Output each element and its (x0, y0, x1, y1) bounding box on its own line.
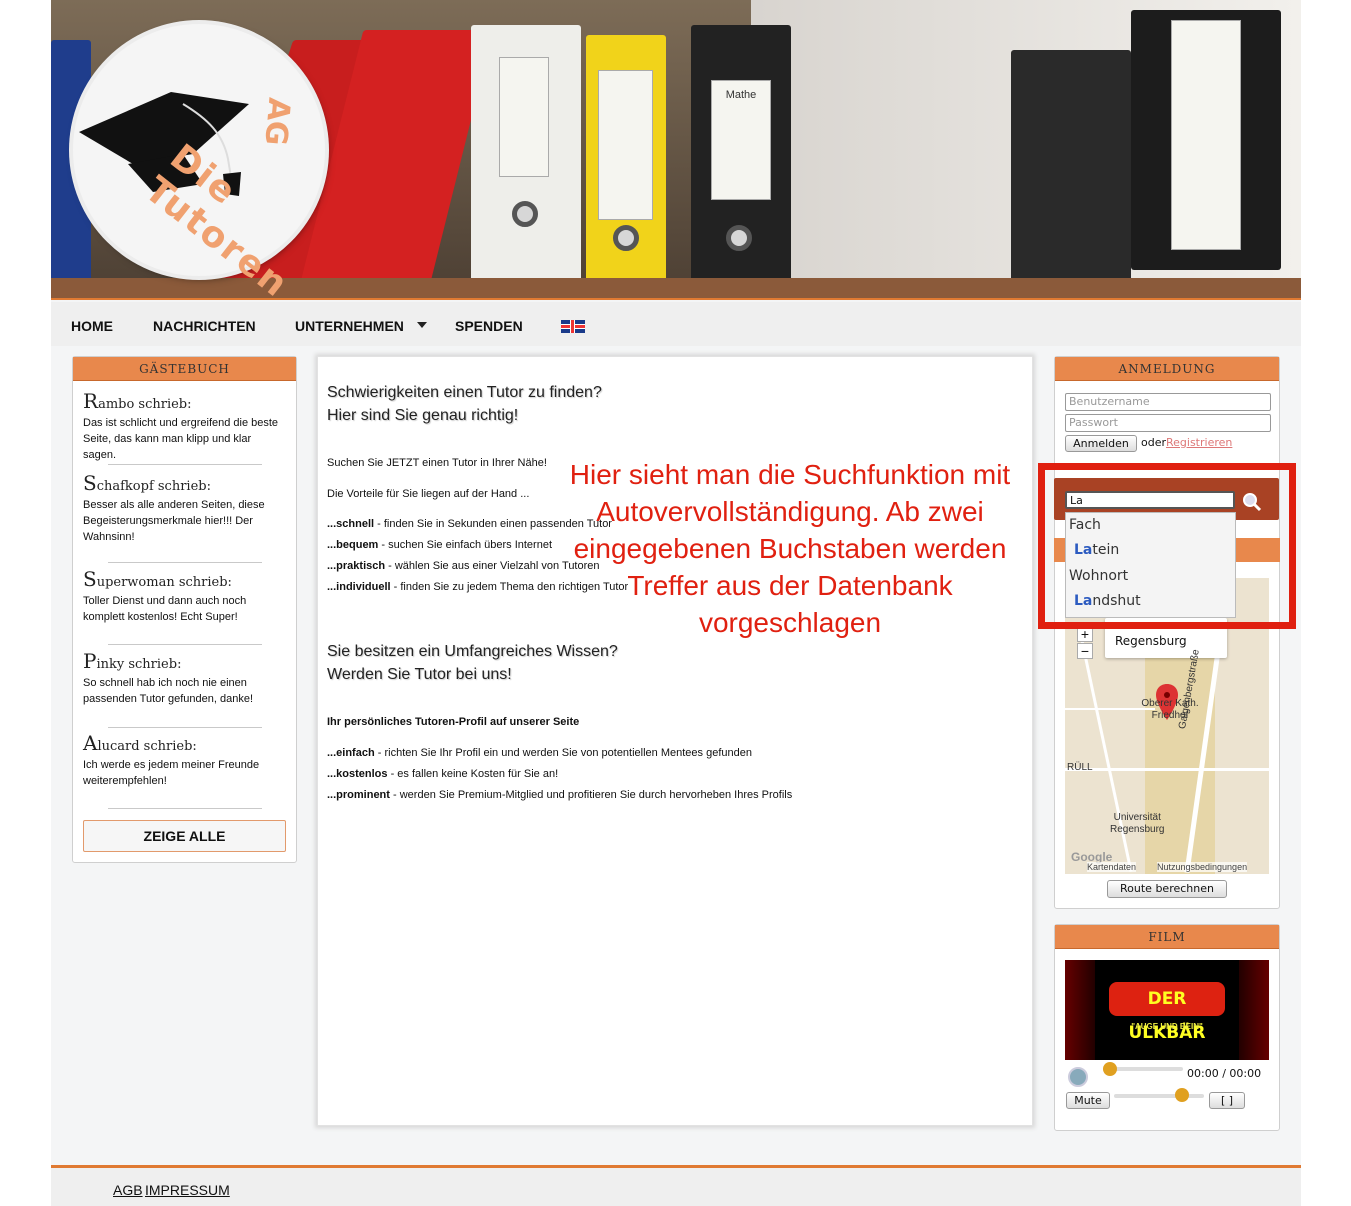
benefit-line: ...kostenlos - es fallen keine Kosten fü… (327, 768, 559, 780)
benefit-line: ...prominent - werden Sie Premium-Mitgli… (327, 789, 793, 801)
divider (108, 808, 262, 809)
benefit-line: ...einfach - richten Sie Ihr Profil ein … (327, 747, 752, 759)
guestbook-author: Alucard schrieb: (83, 731, 197, 755)
show-all-button[interactable]: ZEIGE ALLE (83, 820, 286, 852)
map-terms-link[interactable]: Nutzungsbedingungen (1157, 862, 1248, 872)
agb-link[interactable]: AGB (113, 1182, 143, 1198)
nav-home[interactable]: HOME (71, 318, 113, 334)
register-link[interactable]: Registrieren (1166, 436, 1232, 449)
footer: AGB IMPRESSUM (51, 1165, 1301, 1206)
guestbook-text: Besser als alle anderen Seiten, diese Be… (83, 499, 265, 543)
guestbook-entry: Alucard schrieb: Ich werde es jedem mein… (83, 731, 283, 789)
map-label: Universität Regensburg (1110, 812, 1165, 835)
login-button[interactable]: Anmelden (1065, 435, 1137, 452)
guestbook-entry: Rambo schrieb: Das ist schlicht und ergr… (83, 389, 283, 463)
profile-title: Ihr persönliches Tutoren-Profil auf unse… (327, 716, 580, 728)
guestbook-entry: Pinky schrieb: So schnell hab ich noch n… (83, 649, 283, 707)
intro-text: Die Vorteile für Sie liegen auf der Hand… (327, 488, 530, 500)
tutor-heading: Sie besitzen ein Umfangreiches Wissen? W… (327, 643, 618, 683)
video-subtitle: "AUGE UND BEIN" (1131, 1022, 1203, 1031)
guestbook-text: Toller Dienst und dann auch noch komplet… (83, 595, 247, 623)
impressum-link[interactable]: IMPRESSUM (145, 1182, 230, 1198)
film-title: FILM (1055, 925, 1279, 949)
guestbook-text: So schnell hab ich noch nie einen passen… (83, 677, 254, 705)
map-data-link[interactable]: Kartendaten (1087, 862, 1137, 872)
guestbook-entry: Superwoman schrieb: Toller Dienst und da… (83, 567, 283, 625)
annotation-text: Hier sieht man die Suchfunktion mit Auto… (569, 459, 1011, 638)
zoom-out-button[interactable]: − (1077, 643, 1093, 659)
volume-knob[interactable] (1174, 1088, 1189, 1102)
binder-label: Mathe (725, 89, 757, 101)
main-nav: HOME NACHRICHTEN UNTERNEHMEN SPENDEN (51, 302, 1301, 346)
binder-yellow (586, 35, 666, 295)
mute-button[interactable]: Mute (1066, 1092, 1110, 1109)
binder-black (1131, 10, 1281, 270)
binder-black (1011, 50, 1131, 298)
binder-white (471, 25, 581, 285)
route-button[interactable]: Route berechnen (1107, 880, 1227, 898)
video-player[interactable]: DER ULKBÄR "AUGE UND BEIN" (1065, 960, 1269, 1060)
divider (108, 727, 262, 728)
guestbook-author: Schafkopf schrieb: (83, 471, 211, 495)
intro-text: Suchen Sie JETZT einen Tutor in Ihrer Nä… (327, 457, 547, 469)
nav-unternehmen[interactable]: UNTERNEHMEN (295, 318, 404, 334)
benefit-line: ...bequem - suchen Sie einfach übers Int… (327, 539, 553, 551)
page: Mathe Die Tutoren AG HOME NACHRICHTEN UN… (51, 0, 1301, 1206)
header-banner: Mathe Die Tutoren AG (51, 0, 1301, 300)
divider (108, 644, 262, 645)
nav-nachrichten[interactable]: NACHRICHTEN (153, 318, 256, 334)
guestbook-entry: Schafkopf schrieb: Besser als alle ander… (83, 471, 283, 545)
progress-knob[interactable] (1103, 1062, 1117, 1076)
guestbook-author: Pinky schrieb: (83, 649, 182, 673)
time-display: 00:00 / 00:00 (1187, 1067, 1262, 1080)
logo[interactable]: Die Tutoren AG (73, 24, 325, 298)
fullscreen-button[interactable]: [ ] (1209, 1092, 1245, 1109)
map-label: RÜLL (1067, 762, 1093, 773)
guestbook-panel: GÄSTEBUCH Rambo schrieb: Das ist schlich… (72, 356, 297, 863)
nav-spenden[interactable]: SPENDEN (455, 318, 523, 334)
binder-black: Mathe (691, 25, 791, 285)
divider (108, 464, 262, 465)
divider (108, 562, 262, 563)
volume-slider[interactable] (1114, 1088, 1204, 1102)
username-field[interactable]: Benutzername (1065, 393, 1271, 411)
guestbook-text: Ich werde es jedem meiner Freunde weiter… (83, 759, 260, 787)
map-street (1080, 640, 1133, 872)
or-text: oder (1141, 436, 1167, 449)
guestbook-text: Das ist schlicht und ergreifend die best… (83, 417, 279, 461)
chevron-down-icon[interactable] (417, 322, 427, 328)
curtain (1065, 960, 1095, 1060)
annotation-highlight (1038, 463, 1296, 629)
guestbook-author: Superwoman schrieb: (83, 567, 232, 591)
video-title: DER ULKBÄR (1109, 982, 1225, 1043)
guestbook-author: Rambo schrieb: (83, 389, 192, 413)
password-field[interactable]: Passwort (1065, 414, 1271, 432)
map-label: Oberer Kath. Friedhof (1141, 698, 1199, 721)
login-title: ANMELDUNG (1055, 357, 1279, 381)
curtain (1239, 960, 1269, 1060)
map-street (1065, 768, 1269, 771)
main-heading: Schwierigkeiten einen Tutor zu finden? H… (327, 384, 602, 424)
english-flag-icon[interactable] (561, 320, 585, 333)
progress-slider[interactable] (1103, 1062, 1183, 1076)
logo-ag: AG (257, 96, 297, 147)
guestbook-title: GÄSTEBUCH (73, 357, 296, 381)
play-icon[interactable] (1068, 1067, 1088, 1087)
